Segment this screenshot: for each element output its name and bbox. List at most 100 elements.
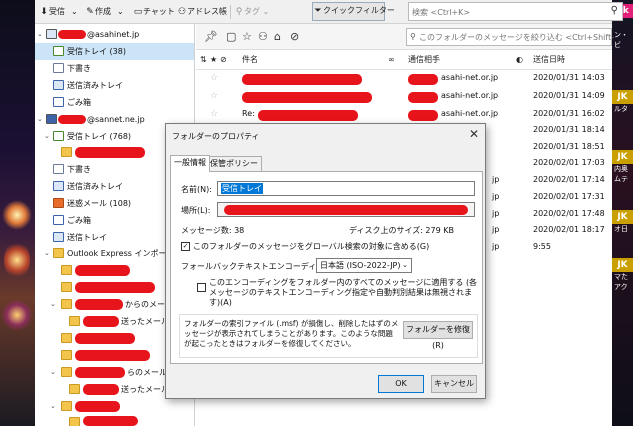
star-icon[interactable]: ☆ — [210, 91, 218, 101]
search-input[interactable] — [412, 4, 602, 20]
collapse-icon[interactable]: ⌄ — [37, 111, 43, 128]
correspondent: jp — [492, 225, 500, 234]
folder-icon — [69, 316, 80, 326]
message-row[interactable]: ☆ asahi-net.or.jp 2020/01/31 14:09 — [196, 88, 612, 106]
repair-folder-button[interactable]: フォルダーを修復(R) — [403, 321, 473, 350]
folder-icon — [53, 248, 64, 258]
compose-dropdown[interactable]: ⌄ — [117, 4, 124, 20]
global-search[interactable]: ⚲ — [408, 2, 623, 21]
filter-icon: ⏷ — [314, 6, 322, 16]
redaction — [58, 115, 86, 124]
pin-icon[interactable]: 📌︎ — [204, 30, 218, 43]
folder-label: 送ったメール — [121, 385, 169, 394]
correspondent: jp — [492, 209, 500, 218]
star-icon[interactable]: ☆ — [242, 30, 252, 43]
redaction — [242, 92, 372, 103]
global-search-checkbox[interactable]: ✓ — [181, 242, 190, 251]
folder-icon — [61, 333, 72, 343]
global-search-label: このフォルダーのメッセージをグローバル検索の対象に含める(G) — [193, 242, 430, 251]
repair-section: フォルダーの索引ファイル (.msf) が損傷し、削除したはずのメッセージが表示… — [179, 314, 478, 358]
ok-button[interactable]: OK — [378, 375, 424, 393]
attachment-icon[interactable]: ⊘ — [290, 30, 299, 43]
folder-drafts[interactable]: 下書き — [35, 60, 194, 77]
folder-label: 送信済みトレイ — [67, 81, 123, 90]
collapse-icon[interactable]: ⌄ — [44, 245, 50, 262]
col-date[interactable]: 送信日時 — [533, 53, 565, 67]
message-date: 2020/02/01 17:48 — [533, 209, 605, 218]
collapse-icon[interactable]: ⌄ — [50, 364, 56, 381]
message-row[interactable]: ☆ asahi-net.or.jp 2020/01/31 14:03 — [196, 70, 612, 88]
collapse-icon[interactable]: ⌄ — [50, 398, 56, 415]
star-column-icon[interactable]: ★ — [210, 53, 217, 67]
search-icon[interactable]: ⚲ — [611, 5, 618, 16]
folder-label: ごみ箱 — [67, 216, 91, 225]
message-filter[interactable]: ⚲ — [406, 28, 614, 46]
apply-encoding-checkbox[interactable] — [197, 283, 206, 292]
col-subject[interactable]: 件名 — [242, 53, 258, 67]
col-correspondent[interactable]: 通信相手 — [408, 53, 440, 67]
collapse-icon[interactable]: ⌄ — [37, 26, 43, 43]
account-name: @sannet.ne.jp — [87, 115, 145, 124]
folder-icon — [61, 350, 72, 360]
chat-button[interactable]: ▭チャット — [133, 4, 175, 20]
unread-filter-icon[interactable]: ▢ — [226, 30, 236, 43]
chat-label: チャット — [143, 7, 175, 16]
subfolder-redacted[interactable]: ⌄ — [35, 398, 194, 415]
message-date: 2020/02/01 17:31 — [533, 192, 605, 201]
redaction — [408, 92, 438, 103]
collapse-icon[interactable]: ⌄ — [44, 128, 50, 145]
receive-button[interactable]: ⬇受信 — [39, 4, 65, 20]
redaction — [242, 74, 362, 85]
tab-general[interactable]: 一般情報 — [170, 155, 210, 172]
message-date: 2020/01/31 16:02 — [533, 109, 605, 118]
redaction — [408, 110, 438, 121]
name-field[interactable]: 受信トレイ — [217, 181, 475, 196]
firework-graphic — [0, 300, 34, 330]
star-icon[interactable]: ☆ — [210, 109, 218, 119]
subfolder-redacted[interactable] — [35, 414, 194, 426]
tag-label: タグ — [244, 7, 260, 16]
mail-account-icon — [46, 114, 57, 124]
attachment-column-icon[interactable]: ⊘ — [220, 53, 227, 67]
close-icon[interactable]: ✕ — [469, 127, 479, 141]
tag-icon[interactable]: ⌂ — [274, 30, 281, 43]
star-icon[interactable]: ☆ — [210, 73, 218, 83]
tag-button[interactable]: ⚲ タグ ⌄ — [234, 4, 270, 20]
chevron-down-icon: ⌄ — [402, 261, 408, 269]
tab-retention[interactable]: 保管ポリシー — [206, 156, 262, 171]
trash-icon — [53, 97, 64, 107]
location-field — [217, 202, 475, 217]
receive-dropdown[interactable]: ⌄ — [71, 4, 78, 20]
folder-trash[interactable]: ごみ箱 — [35, 94, 194, 111]
background-tag: JK — [612, 150, 633, 164]
folder-label: 送ったメール — [121, 317, 169, 326]
message-date: 2020/02/01 17:03 — [533, 158, 605, 167]
junk-column-icon[interactable]: ◐ — [516, 53, 523, 67]
correspondent: jp — [492, 242, 500, 251]
background-text: アク — [614, 283, 628, 291]
background-text: 内奥 — [614, 165, 628, 173]
repair-description: フォルダーの索引ファイル (.msf) が損傷し、削除したはずのメッセージが表示… — [184, 319, 399, 348]
filter-input[interactable] — [419, 30, 614, 45]
redaction — [224, 205, 468, 215]
pencil-icon: ✎ — [86, 7, 94, 17]
compose-button[interactable]: ✎作成 — [85, 4, 111, 20]
folder-inbox[interactable]: 受信トレイ (38) — [35, 43, 194, 60]
collapse-icon[interactable]: ⌄ — [50, 296, 56, 313]
redaction — [75, 333, 135, 344]
encoding-value: 日本語 (ISO-2022-JP) — [320, 261, 401, 270]
contact-icon[interactable]: ⚇ — [258, 30, 268, 43]
address-book-button[interactable]: ⚇アドレス帳 — [177, 4, 227, 20]
read-column-icon[interactable]: ∞ — [388, 53, 395, 67]
background-text: ン・ビ — [614, 31, 628, 49]
encoding-select[interactable]: 日本語 (ISO-2022-JP) ⌄ — [316, 258, 412, 273]
message-count: メッセージ数: 38 — [181, 226, 245, 235]
cancel-button[interactable]: キャンセル — [431, 375, 477, 393]
sent-icon — [53, 181, 64, 191]
folder-sent[interactable]: 送信済みトレイ — [35, 77, 194, 94]
account-row[interactable]: ⌄ @asahinet.jp — [35, 26, 194, 43]
thread-column-icon[interactable]: ⇅ — [200, 53, 207, 67]
redaction — [75, 282, 155, 293]
redaction — [408, 74, 438, 85]
quick-filter-button[interactable]: ⏷クイックフィルター — [312, 2, 395, 21]
